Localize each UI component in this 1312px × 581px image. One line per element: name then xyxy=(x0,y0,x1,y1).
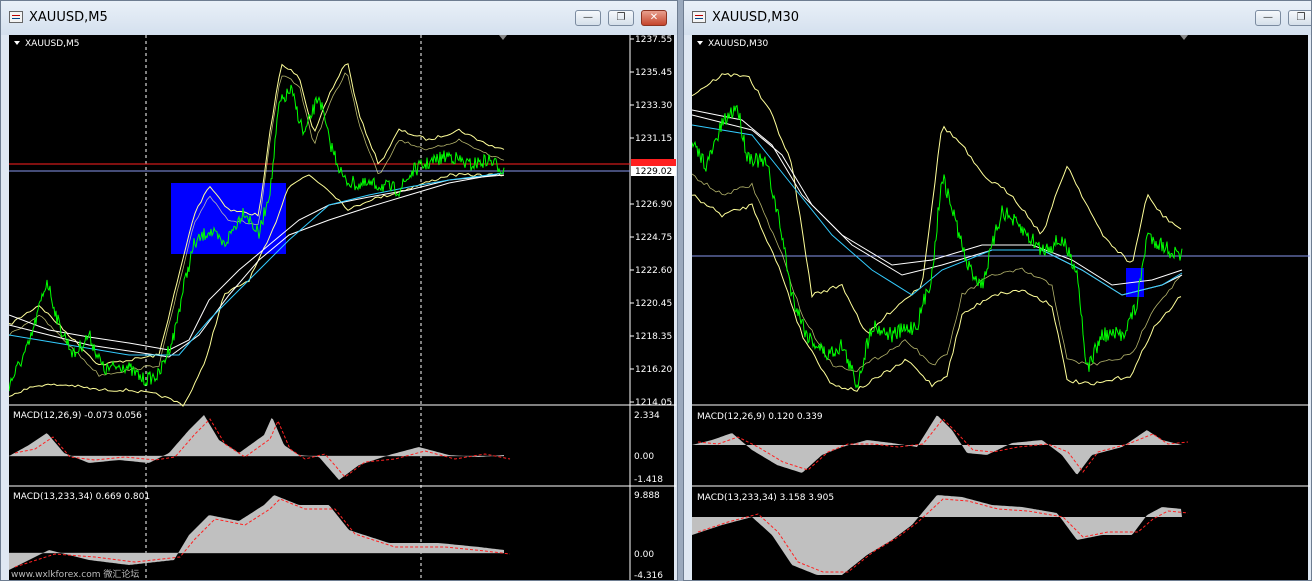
macd-histogram xyxy=(9,415,504,480)
price-chart[interactable]: XAUUSD,M30 MACD(12,26,9) 0.120 0.339 MAC… xyxy=(692,35,1310,581)
bollinger-upper xyxy=(692,73,1182,334)
macd-fast-axis-zero: 0.00 xyxy=(634,452,654,462)
macd-slow-panel xyxy=(9,495,511,570)
price-axis-label: 1220.45 xyxy=(635,299,672,309)
macd-histogram xyxy=(692,495,1182,575)
price-series-group xyxy=(692,73,1183,392)
chart-window-icon xyxy=(692,11,706,23)
chart-window-m5[interactable]: XAUUSD,M5 — ❐ ✕ XAUUSD,M5 1237.55 1235.4… xyxy=(0,0,678,581)
dropdown-triangle-icon[interactable] xyxy=(697,41,703,45)
macd-fast-label: MACD(12,26,9) -0.073 0.056 xyxy=(13,411,142,421)
macd-histogram xyxy=(692,415,1182,475)
dropdown-triangle-icon[interactable] xyxy=(14,41,20,45)
macd-slow-axis-zero: 0.00 xyxy=(634,550,654,560)
price-axis-label: 1231.15 xyxy=(635,134,672,144)
price-axis-label: 1233.30 xyxy=(635,101,672,111)
chart-area[interactable]: XAUUSD,M30 MACD(12,26,9) 0.120 0.339 MAC… xyxy=(692,35,1310,581)
macd-fast-axis-top: 2.334 xyxy=(634,411,660,421)
chart-window-icon xyxy=(9,11,23,23)
highlight-zone[interactable] xyxy=(171,183,286,254)
chart-area[interactable]: XAUUSD,M5 1237.55 1235.45 1233.30 1231.15 12… xyxy=(9,35,676,581)
macd-slow-axis-top: 9.888 xyxy=(634,491,660,501)
watermark: www.wxlkforex.com 微汇论坛 xyxy=(11,568,139,580)
price-axis-label: 1235.45 xyxy=(635,68,672,78)
macd-fast-panel xyxy=(9,415,511,480)
macd-slow-label: MACD(13,233,34) 3.158 3.905 xyxy=(697,493,834,503)
window-title: XAUUSD,M5 xyxy=(29,10,108,25)
close-button[interactable]: ✕ xyxy=(641,10,667,26)
minimize-button[interactable]: — xyxy=(575,10,601,26)
title-bar[interactable]: XAUUSD,M30 — ❐ xyxy=(684,1,1311,35)
minimize-button[interactable]: — xyxy=(1255,10,1281,26)
bollinger-upper xyxy=(9,63,505,366)
window-title: XAUUSD,M30 xyxy=(712,10,799,25)
chart-window-m30[interactable]: XAUUSD,M30 — ❐ XAUUSD,M30 MACD(12,26,9) … xyxy=(683,0,1312,581)
symbol-label: XAUUSD,M30 xyxy=(708,39,768,49)
price-axis-label: 1216.20 xyxy=(635,365,672,375)
envelope-lower xyxy=(692,173,1182,373)
maximize-button[interactable]: ❐ xyxy=(608,10,634,26)
moving-average xyxy=(692,109,1183,286)
moving-average-cyan xyxy=(692,124,1183,296)
macd-histogram xyxy=(9,495,504,570)
price-axis-label: 1226.90 xyxy=(635,200,672,210)
price-axis-label: 1237.55 xyxy=(635,35,672,45)
price-line xyxy=(692,104,1183,390)
chart-shift-marker-icon[interactable] xyxy=(499,35,507,40)
macd-slow-panel xyxy=(692,495,1189,575)
symbol-label: XAUUSD,M5 xyxy=(25,39,80,49)
macd-fast-panel xyxy=(692,415,1189,475)
price-axis-label: 1214.05 xyxy=(635,398,672,408)
price-axis-label: 1218.35 xyxy=(635,332,672,342)
price-chart[interactable]: XAUUSD,M5 1237.551235.451233.301231.1512… xyxy=(9,35,676,581)
macd-fast-label: MACD(12,26,9) 0.120 0.339 xyxy=(697,412,823,422)
price-axis: 1237.55 1235.45 1233.30 1231.15 1226.90 1224.… xyxy=(630,35,672,408)
title-bar[interactable]: XAUUSD,M5 — ❐ ✕ xyxy=(1,1,677,35)
price-axis-label: 1224.75 xyxy=(635,233,672,243)
macd-fast-axis-bottom: -1.418 xyxy=(634,475,663,485)
moving-average xyxy=(692,114,1183,296)
chart-shift-marker-icon[interactable] xyxy=(1180,35,1188,40)
price-axis-label: 1222.60 xyxy=(635,266,672,276)
maximize-button[interactable]: ❐ xyxy=(1288,10,1311,26)
current-price-label: 1229.02 xyxy=(635,167,672,177)
macd-slow-label: MACD(13,233,34) 0.669 0.801 xyxy=(13,492,150,502)
macd-slow-axis-bottom: -4.316 xyxy=(634,571,663,581)
